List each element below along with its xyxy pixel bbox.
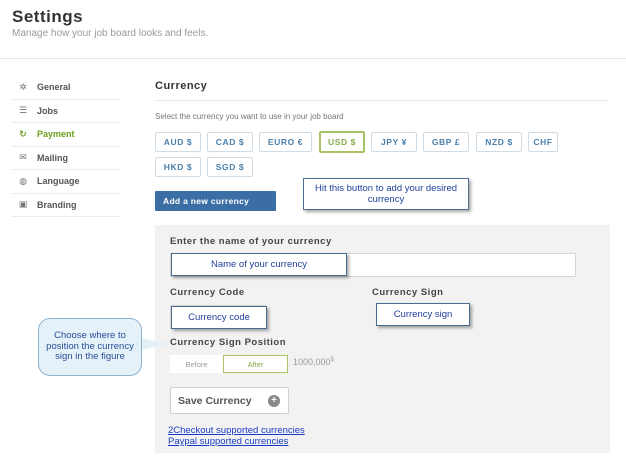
currency-button-aud[interactable]: AUD $: [155, 132, 201, 152]
sidebar-item-mailing[interactable]: ✉ Mailing: [12, 147, 120, 170]
sidebar-item-label: Mailing: [37, 152, 68, 163]
annotation-add-button: Hit this button to add your desired curr…: [303, 178, 469, 210]
save-currency-label: Save Currency: [178, 394, 252, 407]
currency-button-usd[interactable]: USD $: [319, 131, 365, 153]
sign-position-toggle: Before After: [170, 355, 290, 373]
annotation-currency-code: Currency code: [171, 306, 267, 329]
example-sign: $: [330, 357, 334, 363]
currency-sign-label: Currency Sign: [372, 287, 444, 298]
annotation-currency-name: Name of your currency: [171, 253, 347, 276]
currency-button-jpy[interactable]: JPY ¥: [371, 132, 417, 152]
sidebar-item-general[interactable]: ✲ General: [12, 76, 120, 100]
position-after-option[interactable]: After: [223, 355, 288, 373]
currency-button-hkd[interactable]: HKD $: [155, 157, 201, 177]
currency-button-sgd[interactable]: SGD $: [207, 157, 253, 177]
sidebar-item-jobs[interactable]: ☰ Jobs: [12, 100, 120, 123]
page-title: Settings: [12, 7, 84, 26]
save-currency-button[interactable]: Save Currency +: [170, 387, 289, 414]
sidebar-item-language[interactable]: ◍ Language: [12, 170, 120, 194]
currency-name-label: Enter the name of your currency: [170, 236, 332, 247]
box-icon: ▣: [18, 199, 28, 210]
currency-button-gbp[interactable]: GBP £: [423, 132, 469, 152]
sidebar-item-branding[interactable]: ▣ Branding: [12, 194, 120, 217]
currency-button-cad[interactable]: CAD $: [207, 132, 253, 152]
currency-button-chf[interactable]: CHF: [528, 132, 558, 152]
sign-position-label: Currency Sign Position: [170, 337, 287, 348]
section-title: Currency: [155, 80, 208, 92]
currency-button-euro[interactable]: EURO €: [259, 132, 312, 152]
sidebar-item-label: Branding: [37, 199, 77, 210]
gear-icon: ✲: [19, 81, 27, 92]
currency-button-nzd[interactable]: NZD $: [476, 132, 522, 152]
sidebar-item-label: Payment: [37, 129, 75, 140]
refresh-icon: ↻: [19, 128, 27, 139]
section-description: Select the currency you want to use in y…: [155, 112, 344, 121]
sidebar: ✲ General ☰ Jobs ↻ Payment ✉ Mailing ◍ L…: [12, 76, 120, 217]
page-subtitle: Manage how your job board looks and feel…: [12, 28, 209, 39]
annotation-currency-sign: Currency sign: [376, 303, 470, 326]
mail-icon: ✉: [19, 152, 27, 163]
example-value: 1000,000: [293, 357, 331, 367]
currency-code-label: Currency Code: [170, 287, 245, 298]
position-before-option[interactable]: Before: [170, 355, 223, 373]
annotation-bubble-tail: [140, 338, 170, 350]
sidebar-item-label: Jobs: [37, 105, 59, 116]
sidebar-item-label: Language: [37, 176, 80, 187]
header-divider: [0, 58, 626, 59]
add-currency-button[interactable]: Add a new currency: [155, 191, 276, 211]
link-2checkout-currencies[interactable]: 2Checkout supported currencies: [168, 425, 305, 436]
globe-icon: ◍: [19, 175, 27, 186]
list-icon: ☰: [18, 105, 28, 116]
sidebar-item-payment[interactable]: ↻ Payment: [12, 123, 120, 147]
section-divider: [155, 100, 608, 101]
link-paypal-currencies[interactable]: Paypal supported currencies: [168, 436, 288, 447]
sign-position-example: 1000,000$: [293, 357, 334, 367]
sidebar-item-label: General: [37, 82, 71, 93]
annotation-sign-position: Choose where to position the currency si…: [38, 318, 142, 376]
plus-circle-icon: +: [268, 395, 280, 407]
